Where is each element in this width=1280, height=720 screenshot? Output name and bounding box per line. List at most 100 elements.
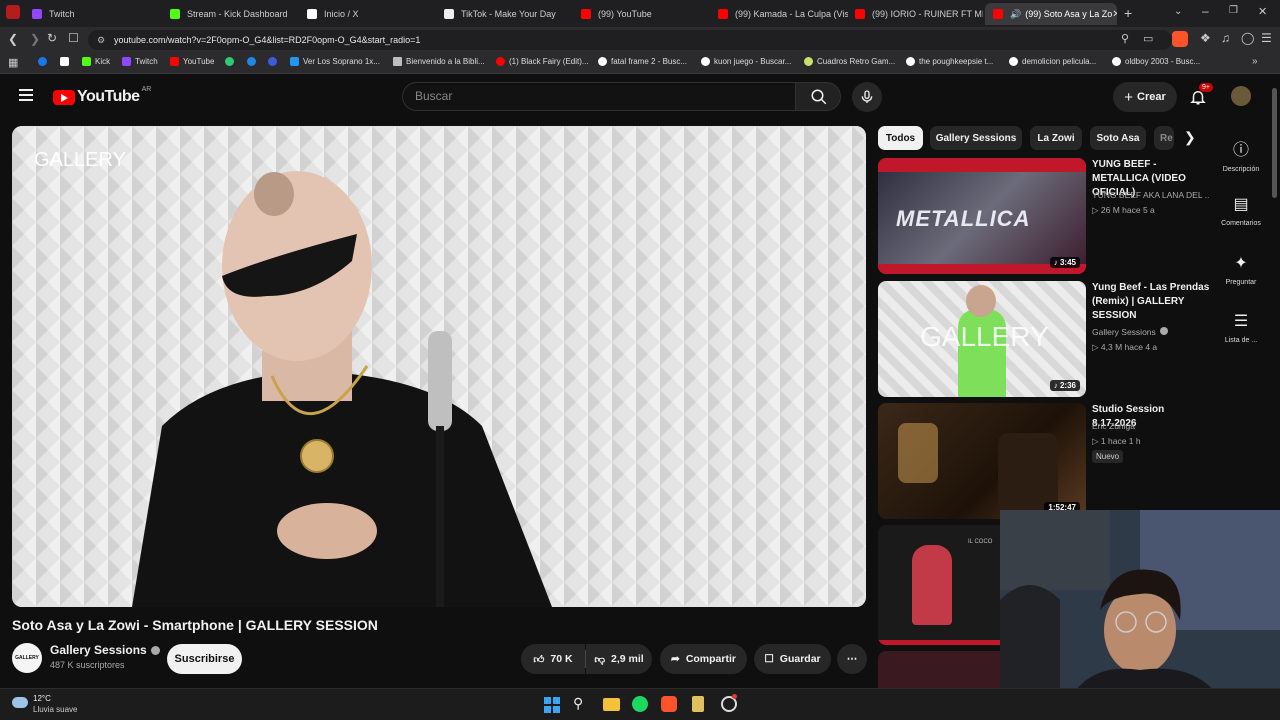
account-avatar[interactable] — [1231, 86, 1251, 106]
site-info-icon[interactable]: ⚙ — [97, 30, 105, 50]
rec-thumb-5[interactable] — [878, 651, 1000, 688]
bookmark-blue[interactable] — [247, 57, 260, 66]
tab-kamada[interactable]: (99) Kamada - La Culpa (Visu — [718, 3, 848, 25]
info-icon: ⓘ — [1232, 142, 1249, 159]
voice-search-button[interactable] — [852, 82, 882, 112]
rail-ask[interactable]: ✦ Preguntar — [1216, 253, 1266, 286]
bookmark-demolicion[interactable]: demolicion pelicula... — [1009, 57, 1096, 66]
bookmark-oldboy[interactable]: oldboy 2003 - Busc... — [1112, 57, 1200, 66]
forward-icon[interactable]: ❯ — [30, 32, 40, 46]
rec-thumb-1[interactable]: METALLICA ♪ 3:45 — [878, 158, 1086, 274]
tab-youtube[interactable]: (99) YouTube — [581, 3, 711, 25]
rail-description[interactable]: ⓘ Descripción — [1216, 136, 1266, 173]
bookmark-facebook[interactable] — [38, 57, 51, 66]
video-player[interactable]: GALLERY — [12, 126, 866, 607]
brave-shield-icon[interactable] — [1172, 31, 1188, 47]
search-input[interactable]: Buscar — [402, 82, 796, 111]
file-explorer-icon[interactable] — [603, 698, 620, 711]
rec-thumb-2[interactable]: GALLERY ♪ 2:36 — [878, 281, 1086, 397]
rec-channel-3: Eric Zuniga — [1092, 421, 1135, 431]
channel-name-link[interactable]: Gallery Sessions — [50, 643, 160, 657]
twitch-icon — [32, 9, 42, 19]
bookmark-kick[interactable]: Kick — [82, 57, 110, 66]
bookmark-biblioteca[interactable]: Bienvenido a la Bibli... — [393, 57, 485, 66]
thumb-figure — [912, 545, 952, 625]
sparkle-icon: ✦ — [1234, 255, 1248, 272]
search-button[interactable] — [795, 82, 841, 111]
youtube-icon — [993, 9, 1003, 19]
extensions-icon[interactable]: ❖ — [1200, 31, 1211, 45]
cast-icon[interactable]: ▭ — [1143, 32, 1153, 45]
bookmark-twitch[interactable]: Twitch — [122, 57, 158, 66]
bookmark-poughkeepsie[interactable]: the poughkeepsie t... — [906, 57, 993, 66]
bookmark-kuon[interactable]: kuon juego - Buscar... — [701, 57, 791, 66]
zoom-icon[interactable]: ⚲ — [1121, 32, 1129, 45]
bookmark-x[interactable] — [60, 57, 73, 66]
rail-playlist[interactable]: ☰ Lista de ... — [1216, 311, 1266, 344]
chip-la-zowi[interactable]: La Zowi — [1030, 126, 1082, 150]
tab-x[interactable]: Inicio / X — [307, 3, 437, 25]
tab-twitch[interactable]: Twitch — [32, 3, 162, 25]
hamburger-icon[interactable] — [19, 89, 33, 101]
bookmark-green[interactable] — [225, 57, 238, 66]
new-badge: Nuevo — [1092, 450, 1124, 463]
tab-active-soto-asa[interactable]: 🔊 (99) Soto Asa y La Zo ✕ — [985, 3, 1117, 25]
chips-next-icon[interactable]: ❯ — [1184, 129, 1196, 146]
brave-taskbar-icon[interactable] — [661, 696, 677, 712]
tab-tiktok[interactable]: TikTok - Make Your Day — [444, 3, 574, 25]
url-field[interactable]: ⚙ youtube.com/watch?v=2F0opm-O_G4&list=R… — [88, 30, 1172, 50]
menu-icon[interactable]: ☰ — [1261, 31, 1272, 45]
channel-avatar[interactable]: GALLERY — [12, 643, 42, 673]
more-actions-button[interactable]: ⋯ — [837, 644, 867, 674]
chip-partial[interactable]: Re — [1154, 126, 1174, 150]
share-button[interactable]: ➦ Compartir — [660, 644, 747, 674]
chip-todos[interactable]: Todos — [878, 126, 923, 150]
tab-kick[interactable]: Stream - Kick Dashboard — [170, 3, 300, 25]
recording-dot — [732, 694, 737, 699]
page-scrollbar[interactable] — [1272, 88, 1277, 198]
weather-text: Lluvia suave — [33, 705, 78, 714]
bookmark-black-fairy[interactable]: (1) Black Fairy (Edit)... — [496, 57, 589, 66]
spotify-icon[interactable] — [632, 696, 648, 712]
subscribe-button[interactable]: Suscribirse — [167, 644, 242, 674]
rec-thumb-4[interactable]: IL COCO — [878, 525, 1000, 645]
back-icon[interactable]: ❮ — [8, 32, 18, 46]
chip-gallery-sessions[interactable]: Gallery Sessions — [930, 126, 1022, 150]
apps-icon[interactable]: ▦ — [8, 56, 18, 69]
page-icon — [393, 57, 402, 66]
save-button[interactable]: ☐ Guardar — [754, 644, 831, 674]
chip-soto-asa[interactable]: Soto Asa — [1090, 126, 1146, 150]
bookmark-soprano[interactable]: Ver Los Soprano 1x... — [290, 57, 380, 66]
search-taskbar-icon[interactable]: ⚲ — [573, 695, 583, 712]
notifications-button[interactable]: 9+ — [1189, 83, 1213, 112]
bookmark-cuadros[interactable]: Cuadros Retro Gam... — [804, 57, 895, 66]
like-button[interactable]: 👍︎ 70 K — [521, 644, 585, 674]
rec-thumb-3[interactable]: 1:52:47 — [878, 403, 1086, 519]
browser-menu-icon[interactable] — [6, 5, 20, 19]
maximize-icon[interactable]: ❐ — [1229, 5, 1238, 16]
create-button[interactable]: + Crear — [1113, 82, 1177, 112]
close-window-icon[interactable]: ✕ — [1258, 5, 1267, 18]
close-tab-icon[interactable]: ✕ — [1112, 9, 1117, 20]
tab-search-icon[interactable]: ⌄ — [1174, 6, 1182, 17]
bookmark-blue-2[interactable] — [268, 57, 281, 66]
more-bookmarks-icon[interactable]: » — [1252, 56, 1258, 67]
tab-iorio[interactable]: (99) IORIO - RUINER FT MIR — [855, 3, 983, 25]
reload-icon[interactable]: ↻ — [47, 31, 57, 45]
bookmark-youtube[interactable]: YouTube — [170, 57, 214, 66]
app-taskbar-icon[interactable] — [692, 696, 704, 712]
bookmark-fatal-frame[interactable]: fatal frame 2 - Busc... — [598, 57, 687, 66]
youtube-logo[interactable]: YouTube AR — [53, 86, 151, 106]
playlist-icon: ☰ — [1233, 313, 1249, 330]
minimize-icon[interactable]: – — [1202, 4, 1209, 18]
dislike-button[interactable]: 👎︎ 2,9 mil — [586, 644, 652, 674]
new-tab-button[interactable]: + — [1124, 5, 1132, 21]
rec-title-2[interactable]: Yung Beef - Las Prendas (Remix) | GALLER… — [1092, 281, 1210, 323]
wallet-icon[interactable]: ◯ — [1241, 31, 1254, 45]
comment-icon: ▤ — [1233, 196, 1249, 213]
rail-comments[interactable]: ▤ Comentarios — [1216, 194, 1266, 227]
thumb-light — [898, 423, 938, 483]
bookmark-icon[interactable]: ☐ — [68, 31, 79, 45]
music-icon[interactable]: ♫ — [1221, 31, 1230, 45]
windows-start-icon[interactable] — [544, 697, 560, 713]
